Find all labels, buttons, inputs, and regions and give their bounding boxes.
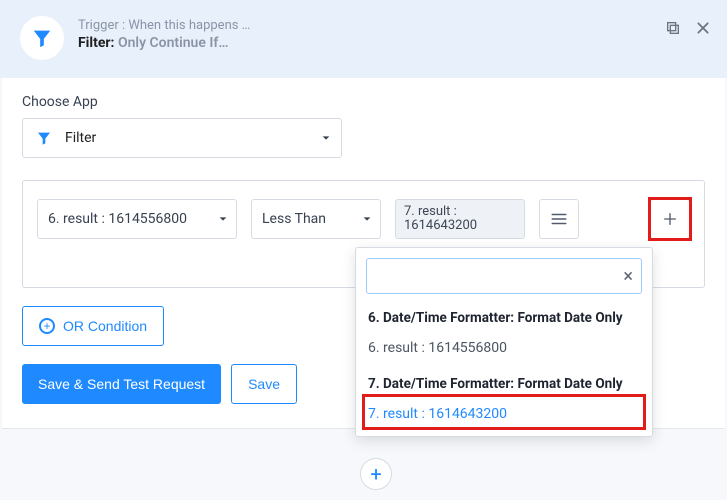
chevron-down-icon bbox=[321, 133, 331, 143]
header-actions bbox=[665, 16, 711, 36]
value-picker-popover: × 6. Date/Time Formatter: Format Date On… bbox=[355, 247, 653, 437]
choose-app-select[interactable]: Filter bbox=[22, 118, 342, 158]
step-title-suffix: Only Continue If… bbox=[118, 35, 229, 51]
rule-left-value[interactable]: 6. result : 1614556800 bbox=[37, 199, 237, 239]
or-condition-button[interactable]: + OR Condition bbox=[22, 306, 164, 346]
step-header: Trigger : When this happens … Filter: On… bbox=[0, 0, 727, 78]
close-icon[interactable] bbox=[695, 20, 711, 36]
step-title: Filter: Only Continue If… bbox=[78, 35, 665, 51]
rule-row: 6. result : 1614556800 Less Than 7. resu… bbox=[37, 199, 690, 239]
rule-operator-text: Less Than bbox=[262, 211, 326, 227]
chevron-down-icon bbox=[362, 214, 372, 224]
funnel-icon bbox=[31, 27, 53, 49]
save-send-button[interactable]: Save & Send Test Request bbox=[22, 364, 221, 404]
popover-item[interactable]: 6. result : 1614556800 bbox=[368, 336, 640, 360]
add-step-button[interactable]: + bbox=[360, 458, 392, 490]
popover-section-6: 6. Date/Time Formatter: Format Date Only… bbox=[356, 304, 652, 370]
rule-right-value[interactable]: 7. result : 1614643200 bbox=[395, 199, 525, 239]
rule-right-value-line2: 1614643200 bbox=[404, 219, 477, 233]
choose-app-value: Filter bbox=[65, 130, 96, 146]
plus-circle-icon: + bbox=[39, 318, 55, 334]
rule-right-value-line1: 7. result : bbox=[404, 205, 477, 219]
clear-search-icon[interactable]: × bbox=[623, 266, 633, 287]
chevron-down-icon bbox=[218, 214, 228, 224]
rule-operator[interactable]: Less Than bbox=[251, 199, 381, 239]
funnel-icon bbox=[33, 127, 55, 149]
rule-left-value-text: 6. result : 1614556800 bbox=[48, 211, 187, 227]
popover-section-7: 7. Date/Time Formatter: Format Date Only… bbox=[356, 370, 652, 436]
reorder-button[interactable] bbox=[539, 199, 579, 239]
app-icon-filter bbox=[20, 16, 64, 60]
popover-section-title: 7. Date/Time Formatter: Format Date Only bbox=[368, 376, 640, 392]
popover-section-title: 6. Date/Time Formatter: Format Date Only bbox=[368, 310, 640, 326]
or-condition-label: OR Condition bbox=[63, 318, 147, 334]
menu-icon bbox=[550, 210, 568, 228]
add-rule-button[interactable] bbox=[650, 199, 690, 239]
choose-app-label: Choose App bbox=[22, 94, 705, 110]
copy-icon[interactable] bbox=[665, 20, 681, 36]
trigger-label: Trigger : When this happens … bbox=[78, 18, 665, 33]
plus-icon bbox=[662, 211, 678, 227]
popover-item-active[interactable]: 7. result : 1614643200 bbox=[368, 402, 640, 426]
popover-search[interactable]: × bbox=[366, 258, 642, 294]
step-title-prefix: Filter: bbox=[78, 35, 114, 51]
header-text: Trigger : When this happens … Filter: On… bbox=[78, 16, 665, 51]
save-button[interactable]: Save bbox=[231, 364, 297, 404]
